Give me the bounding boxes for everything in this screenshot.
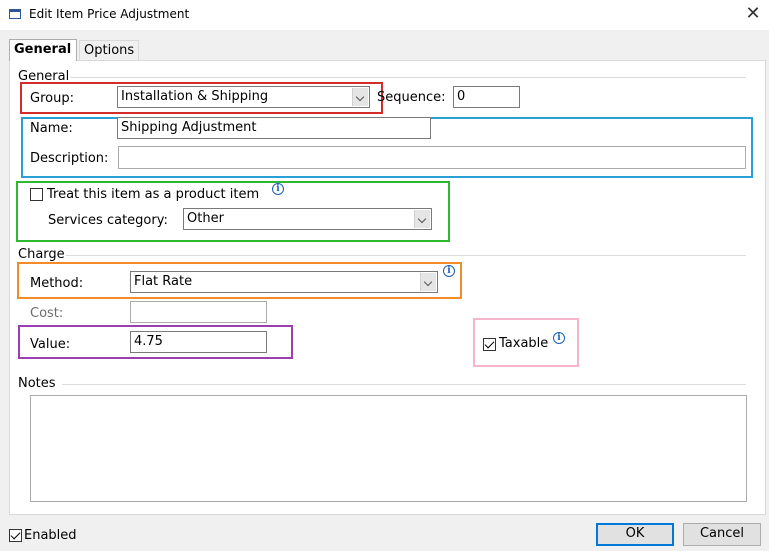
group-label: Group:	[30, 91, 74, 106]
services-category-select[interactable]: Other	[183, 208, 432, 230]
info-icon[interactable]: i	[553, 332, 565, 344]
chevron-down-icon[interactable]	[414, 210, 430, 228]
method-select-value: Flat Rate	[134, 274, 193, 289]
cost-label: Cost:	[30, 306, 64, 321]
info-icon[interactable]: i	[443, 265, 455, 277]
info-icon[interactable]: i	[272, 183, 284, 195]
tab-options[interactable]: Options	[79, 40, 139, 60]
services-category-value: Other	[187, 211, 224, 226]
sequence-input[interactable]: 0	[453, 86, 520, 108]
ok-button[interactable]: OK	[596, 523, 674, 546]
enabled-checkbox[interactable]	[9, 529, 22, 542]
tab-general[interactable]: General	[9, 39, 77, 61]
value-label: Value:	[30, 337, 71, 352]
method-label: Method:	[30, 276, 84, 291]
chevron-down-icon[interactable]	[420, 273, 436, 291]
charge-section-divider	[66, 255, 746, 256]
description-label: Description:	[30, 151, 109, 166]
description-input[interactable]	[118, 146, 746, 169]
services-category-label: Services category:	[48, 213, 168, 228]
method-select[interactable]: Flat Rate	[130, 271, 438, 293]
close-icon[interactable]: ✕	[742, 3, 764, 25]
notes-section-divider	[62, 384, 746, 385]
general-section-divider	[70, 77, 746, 78]
chevron-down-icon[interactable]	[352, 88, 368, 106]
enabled-label[interactable]: Enabled	[24, 528, 77, 543]
name-input[interactable]: Shipping Adjustment	[117, 117, 431, 139]
taxable-label[interactable]: Taxable	[499, 336, 548, 351]
group-select-value: Installation & Shipping	[121, 89, 269, 104]
group-select[interactable]: Installation & Shipping	[117, 86, 370, 108]
product-item-label[interactable]: Treat this item as a product item	[47, 187, 259, 202]
cancel-button[interactable]: Cancel	[683, 523, 761, 546]
taxable-checkbox[interactable]	[483, 338, 496, 351]
sequence-label: Sequence:	[377, 90, 446, 105]
window-icon	[9, 9, 21, 19]
notes-section-label: Notes	[18, 376, 56, 391]
name-label: Name:	[30, 121, 73, 136]
window-title: Edit Item Price Adjustment	[29, 7, 190, 21]
value-input[interactable]: 4.75	[130, 331, 267, 353]
cost-input[interactable]	[130, 301, 267, 323]
charge-section-label: Charge	[18, 247, 65, 262]
notes-textarea[interactable]	[30, 395, 747, 502]
product-item-checkbox[interactable]	[30, 188, 43, 201]
